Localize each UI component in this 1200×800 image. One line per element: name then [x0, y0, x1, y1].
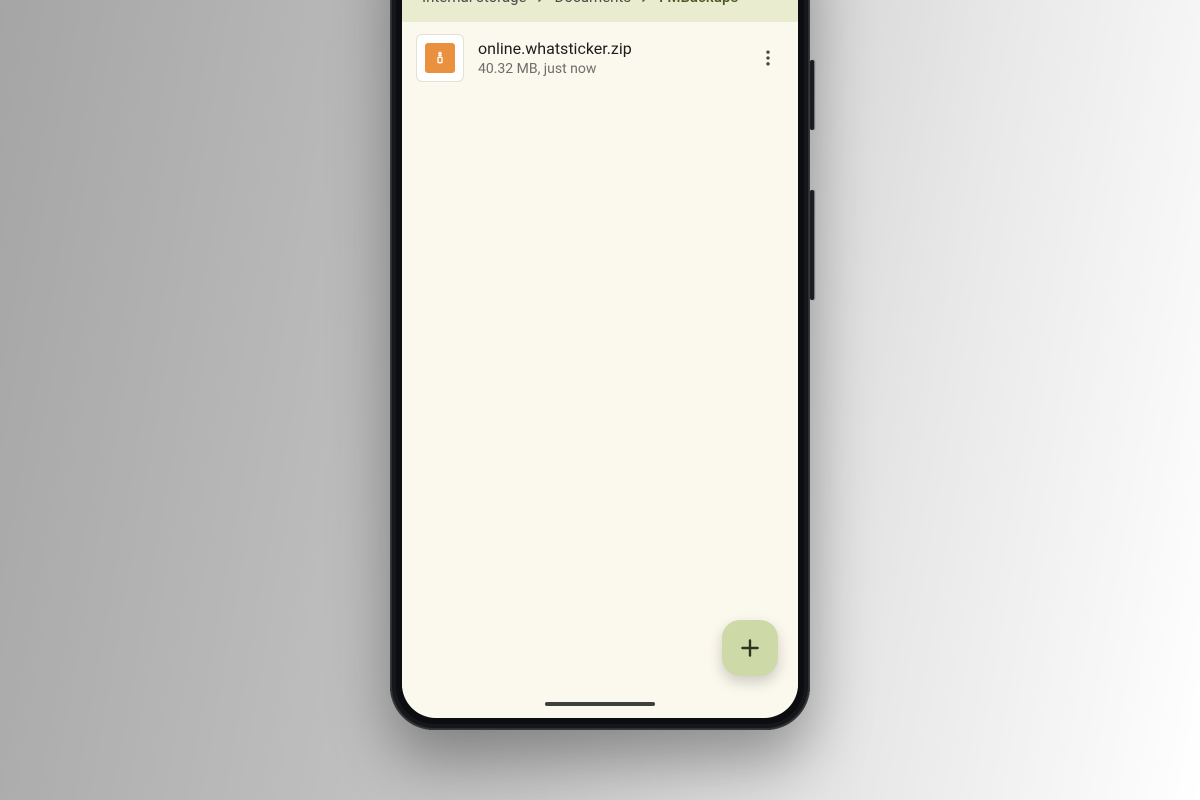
chevron-right-icon [533, 0, 549, 5]
breadcrumb-item-current: FMBackups [659, 0, 738, 6]
file-meta: 40.32 MB, just now [478, 61, 732, 77]
plus-icon [737, 635, 763, 661]
gesture-nav-bar [545, 702, 655, 706]
file-list: online.whatsticker.zip 40.32 MB, just no… [402, 22, 798, 714]
file-text: online.whatsticker.zip 40.32 MB, just no… [478, 39, 732, 78]
zip-icon [425, 43, 455, 73]
file-thumbnail [416, 34, 464, 82]
phone-side-button [810, 60, 814, 130]
app-bar: Internal storage Internal storage Docume… [402, 0, 798, 22]
file-name: online.whatsticker.zip [478, 39, 732, 60]
file-more-button[interactable] [746, 36, 790, 80]
phone-frame: Internal storage Internal storage Docume… [390, 0, 810, 730]
breadcrumb-item-documents[interactable]: Documents [555, 0, 632, 6]
breadcrumb-item-root[interactable]: Internal storage [422, 0, 527, 6]
phone-side-button [810, 190, 814, 300]
phone-screen: Internal storage Internal storage Docume… [402, 0, 798, 718]
breadcrumb: Internal storage Documents FMBackups [408, 0, 792, 22]
add-fab[interactable] [722, 620, 778, 676]
more-vert-icon [758, 48, 778, 68]
chevron-right-icon [637, 0, 653, 5]
file-row[interactable]: online.whatsticker.zip 40.32 MB, just no… [402, 22, 798, 94]
